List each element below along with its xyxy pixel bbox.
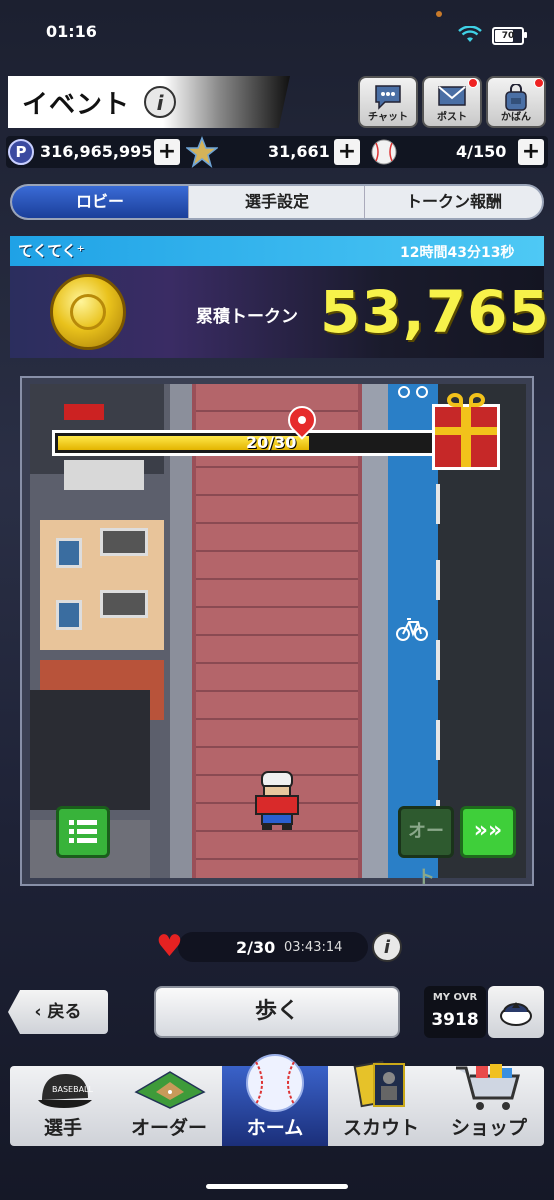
heart-icon: ♥ bbox=[156, 929, 183, 964]
stadium-icon bbox=[500, 1002, 532, 1026]
walk-button[interactable]: 歩く bbox=[154, 986, 400, 1038]
nav-shop-label: ショップ bbox=[450, 1117, 527, 1139]
my-ovr-label: MY OVR bbox=[432, 992, 478, 1003]
stadium-button[interactable] bbox=[488, 986, 544, 1038]
right-curb bbox=[362, 384, 388, 878]
gift-box-icon[interactable] bbox=[432, 393, 500, 470]
svg-text:BASEBALL: BASEBALL bbox=[52, 1085, 94, 1094]
lane-marking bbox=[436, 640, 440, 680]
lane-marking bbox=[436, 720, 440, 760]
camera-indicator bbox=[436, 11, 442, 17]
chat-icon bbox=[375, 85, 401, 110]
balcony bbox=[100, 528, 148, 556]
balcony bbox=[100, 590, 148, 618]
building-sign bbox=[64, 404, 104, 420]
event-name: てくてく⁺ bbox=[18, 242, 85, 260]
tab-bar: ロビー 選手設定 トークン報酬 bbox=[10, 184, 544, 220]
nav-shop[interactable]: ショップ bbox=[434, 1064, 544, 1146]
balls-value: 4/150 bbox=[456, 142, 507, 161]
auto-button[interactable]: オート bbox=[398, 806, 454, 888]
token-label: 累積トークン bbox=[196, 307, 298, 327]
nav-players-label: 選手 bbox=[43, 1117, 82, 1139]
chat-button[interactable]: チャット bbox=[358, 76, 418, 128]
list-icon bbox=[69, 820, 97, 843]
bag-label: かばん bbox=[501, 112, 531, 123]
battery-icon: 70 bbox=[492, 27, 524, 45]
nav-home-label: ホーム bbox=[246, 1117, 304, 1139]
post-notification-dot bbox=[468, 78, 478, 88]
points-value: 316,965,995 bbox=[40, 142, 153, 161]
baseball-icon bbox=[371, 139, 397, 165]
wifi-icon bbox=[458, 26, 482, 42]
nav-order[interactable]: オーダー bbox=[116, 1066, 222, 1146]
nav-order-label: オーダー bbox=[130, 1117, 207, 1139]
baseball-icon bbox=[246, 1054, 304, 1112]
rooftop-unit bbox=[64, 460, 144, 490]
stars-value: 31,661 bbox=[268, 142, 330, 161]
lane-marking bbox=[436, 484, 440, 524]
window bbox=[56, 538, 82, 568]
home-indicator bbox=[206, 1184, 348, 1189]
walk-timer: 03:43:14 bbox=[284, 940, 343, 955]
player-cards-icon bbox=[353, 1060, 405, 1108]
nav-home[interactable]: ホーム bbox=[222, 1054, 328, 1146]
info-icon[interactable]: i bbox=[144, 86, 176, 118]
page-title: イベント bbox=[22, 90, 131, 120]
post-label: ポスト bbox=[437, 112, 467, 123]
back-button[interactable]: ‹ 戻る bbox=[8, 990, 108, 1034]
fast-forward-button[interactable]: »» bbox=[460, 806, 516, 858]
battery-tip bbox=[524, 32, 527, 38]
walk-progress-text: 20/30 bbox=[246, 433, 297, 452]
mail-icon bbox=[438, 86, 466, 106]
bag-notification-dot bbox=[534, 78, 544, 88]
tab-lobby[interactable]: ロビー bbox=[12, 186, 188, 218]
list-menu-button[interactable] bbox=[56, 806, 110, 858]
walk-count: 2/30 bbox=[236, 938, 276, 957]
battery-level: 70 bbox=[501, 31, 515, 41]
add-balls-button[interactable]: + bbox=[518, 139, 544, 165]
event-timer: 12時間43分13秒 bbox=[400, 245, 515, 261]
window bbox=[56, 600, 82, 630]
chat-label: チャット bbox=[368, 112, 408, 123]
bicycle-icon bbox=[396, 618, 428, 641]
player-character bbox=[255, 771, 299, 830]
star-icon bbox=[186, 136, 218, 168]
tab-player-settings[interactable]: 選手設定 bbox=[188, 186, 365, 218]
bicycle-icon bbox=[398, 386, 428, 398]
token-coin-emblem bbox=[70, 294, 106, 330]
nav-scout[interactable]: スカウト bbox=[328, 1060, 434, 1146]
points-icon: P bbox=[8, 139, 34, 165]
dark-roof bbox=[30, 690, 150, 810]
my-ovr-value: 3918 bbox=[431, 1010, 479, 1030]
walk-info-icon[interactable]: i bbox=[372, 932, 402, 962]
baseball-cap-icon: BASEBALL bbox=[38, 1074, 94, 1108]
baseball-field-icon bbox=[134, 1071, 206, 1109]
status-time: 01:16 bbox=[46, 22, 97, 41]
nav-scout-label: スカウト bbox=[342, 1117, 419, 1139]
add-stars-button[interactable]: + bbox=[334, 139, 360, 165]
add-points-button[interactable]: + bbox=[154, 139, 180, 165]
tab-token-rewards[interactable]: トークン報酬 bbox=[364, 186, 542, 218]
location-pin-dot bbox=[298, 416, 306, 424]
nav-players[interactable]: BASEBALL 選手 bbox=[10, 1066, 116, 1146]
token-value: 53,765 bbox=[320, 278, 550, 346]
left-curb bbox=[170, 384, 192, 878]
lane-marking bbox=[436, 560, 440, 600]
shopping-cart-icon bbox=[456, 1064, 520, 1110]
